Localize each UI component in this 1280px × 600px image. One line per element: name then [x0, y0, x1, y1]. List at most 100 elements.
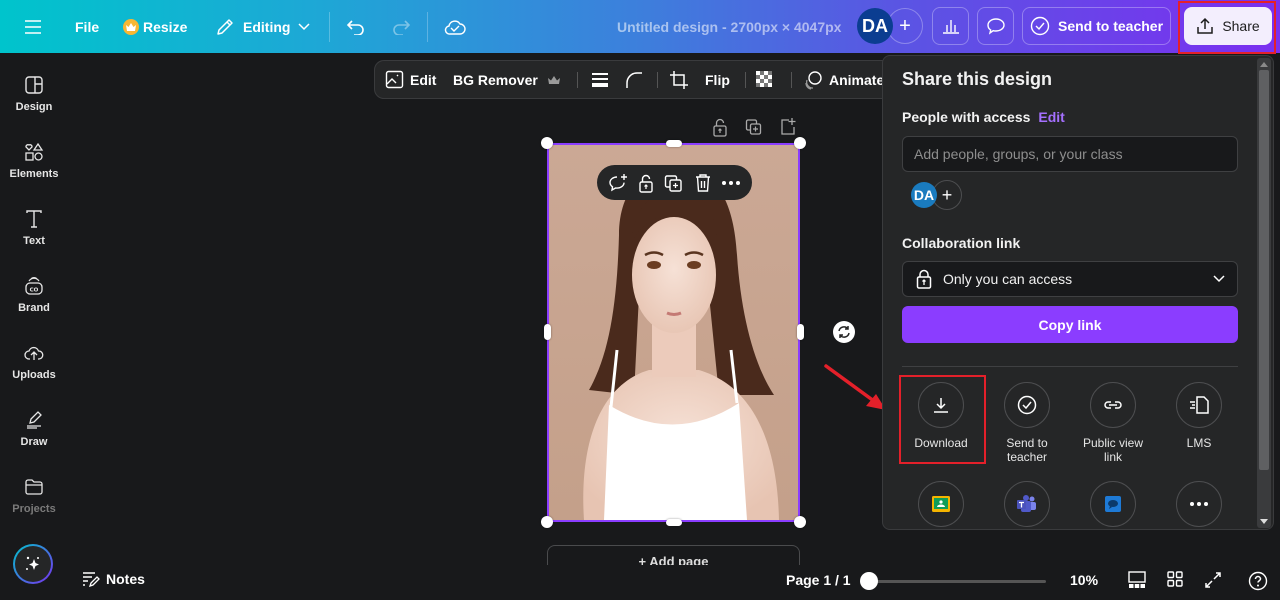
resize-handle-left[interactable]	[544, 324, 551, 340]
main-menu-button[interactable]	[24, 0, 42, 53]
share-panel-scrollbar[interactable]	[1257, 58, 1271, 528]
member-avatar[interactable]: DA	[911, 182, 937, 208]
sidebar-item-elements[interactable]: Elements	[0, 142, 68, 180]
copy-link-button[interactable]: Copy link	[902, 306, 1238, 343]
folder-icon	[25, 479, 43, 495]
animate-button[interactable]: Animate	[803, 61, 884, 98]
option-label: Send to teacher	[1006, 436, 1048, 464]
share-option-microsoft-teams[interactable]	[984, 481, 1070, 529]
share-option-lms[interactable]: LMS	[1156, 382, 1242, 450]
cloud-upload-icon	[24, 346, 44, 360]
zoom-percentage[interactable]: 10%	[1070, 572, 1098, 588]
option-label: Public view link	[1082, 436, 1144, 464]
zoom-slider-thumb[interactable]	[860, 572, 878, 590]
add-page-icon[interactable]	[779, 117, 797, 137]
check-circle-icon	[1017, 395, 1037, 415]
edit-label: Edit	[410, 71, 437, 88]
scroll-down-arrow[interactable]	[1260, 519, 1268, 524]
sidebar-item-text[interactable]: Text	[0, 209, 68, 247]
share-option-more[interactable]	[1156, 481, 1242, 529]
comments-button[interactable]	[977, 7, 1014, 45]
rotate-button[interactable]	[833, 321, 855, 343]
share-option-download[interactable]: Download	[898, 382, 984, 450]
user-avatar[interactable]: DA	[857, 8, 893, 44]
bg-remover-button[interactable]: BG Remover	[453, 61, 560, 98]
fullscreen-button[interactable]	[1204, 571, 1222, 589]
edit-access-link[interactable]: Edit	[1038, 109, 1064, 125]
brand-icon: CO	[25, 277, 43, 295]
image-edit-icon	[385, 70, 404, 89]
checkerboard-icon	[756, 70, 772, 87]
grid-view-button[interactable]	[1167, 571, 1183, 587]
chat-app-icon	[1105, 496, 1121, 512]
share-option-send-to-teacher[interactable]: Send to teacher	[984, 382, 1070, 464]
sidebar-item-design[interactable]: Design	[0, 75, 68, 113]
share-panel: Share this design People with access Edit…	[882, 55, 1274, 530]
scroll-up-arrow[interactable]	[1260, 62, 1268, 67]
top-bar: File Resize Editing Untitled design - 27…	[0, 0, 1280, 53]
crown-icon	[547, 75, 560, 84]
resize-handle-right[interactable]	[797, 324, 804, 340]
file-menu-button[interactable]: File	[75, 0, 99, 53]
divider	[577, 72, 578, 88]
zoom-slider-track[interactable]	[868, 580, 1046, 583]
sidebar-item-draw[interactable]: Draw	[0, 410, 68, 448]
editing-mode-dropdown[interactable]: Editing	[215, 0, 310, 53]
divider	[427, 12, 428, 42]
undo-button[interactable]	[346, 0, 366, 53]
share-option-google-classroom[interactable]	[898, 481, 984, 529]
sidebar-item-uploads[interactable]: Uploads	[0, 343, 68, 381]
resize-handle-bottom-left[interactable]	[541, 516, 553, 528]
comment-icon	[986, 18, 1005, 35]
insights-button[interactable]	[932, 7, 969, 45]
add-comment-icon[interactable]	[608, 173, 628, 193]
cloud-check-icon	[444, 19, 466, 35]
add-people-input[interactable]	[902, 136, 1238, 172]
transparency-button[interactable]	[756, 61, 774, 98]
magic-assistant-button[interactable]	[13, 544, 53, 584]
duplicate-page-icon[interactable]	[745, 117, 763, 137]
resize-handle-bottom[interactable]	[666, 519, 682, 526]
resize-handle-top-left[interactable]	[541, 137, 553, 149]
trash-icon[interactable]	[694, 173, 712, 193]
text-icon	[26, 210, 42, 228]
resize-handle-bottom-right[interactable]	[794, 516, 806, 528]
option-circle	[1176, 481, 1222, 527]
sidebar-item-brand[interactable]: CO Brand	[0, 276, 68, 314]
edit-image-button[interactable]: Edit	[385, 61, 436, 98]
design-title[interactable]: Untitled design - 2700px × 4047px	[617, 0, 841, 53]
border-style-button[interactable]	[591, 61, 609, 98]
help-button[interactable]	[1248, 571, 1268, 591]
redo-button[interactable]	[391, 0, 411, 53]
more-options-icon[interactable]	[721, 180, 741, 186]
share-panel-title: Share this design	[902, 69, 1053, 89]
page-view-button[interactable]	[1128, 571, 1146, 589]
page-indicator[interactable]: Page 1 / 1	[786, 572, 851, 588]
send-to-teacher-button[interactable]: Send to teacher	[1022, 7, 1171, 45]
lock-icon[interactable]	[637, 173, 655, 193]
sidebar-item-projects[interactable]: Projects	[0, 477, 68, 515]
duplicate-icon[interactable]	[664, 173, 684, 193]
share-option-chat-app[interactable]	[1070, 481, 1156, 529]
save-status-button[interactable]	[444, 0, 466, 53]
divider	[657, 72, 658, 88]
resize-button[interactable]: Resize	[123, 0, 187, 53]
share-option-public-view-link[interactable]: Public view link	[1070, 382, 1156, 464]
svg-text:CO: CO	[30, 288, 39, 294]
add-page-button[interactable]: + Add page	[547, 545, 800, 567]
file-label: File	[75, 18, 100, 35]
notes-button[interactable]: Notes	[82, 571, 145, 587]
share-button[interactable]: Share	[1184, 7, 1272, 45]
option-circle	[1090, 481, 1136, 527]
option-circle	[1176, 382, 1222, 428]
lock-open-icon[interactable]	[711, 117, 729, 137]
sidebar-item-label: Elements	[9, 168, 59, 180]
resize-handle-top[interactable]	[666, 140, 682, 147]
resize-handle-top-right[interactable]	[794, 137, 806, 149]
link-access-dropdown[interactable]: Only you can access	[902, 261, 1238, 297]
lock-icon	[916, 269, 932, 289]
corner-rounding-button[interactable]	[625, 61, 643, 98]
flip-button[interactable]: Flip	[705, 61, 730, 98]
scrollbar-thumb[interactable]	[1259, 70, 1269, 470]
crop-button[interactable]	[669, 61, 689, 98]
